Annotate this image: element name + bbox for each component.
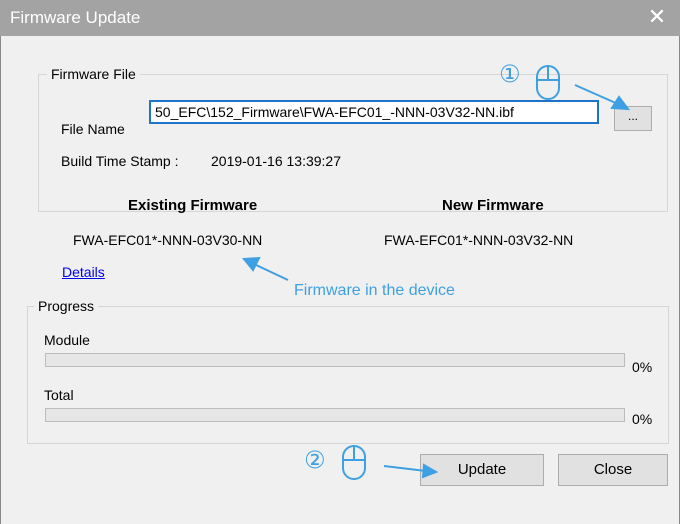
arrow-icon bbox=[241, 256, 289, 281]
arrow-icon bbox=[574, 84, 631, 111]
arrow-icon bbox=[383, 463, 439, 479]
mouse-icon bbox=[536, 65, 560, 100]
mouse-icon bbox=[342, 445, 366, 480]
annotation-overlay bbox=[241, 65, 631, 480]
